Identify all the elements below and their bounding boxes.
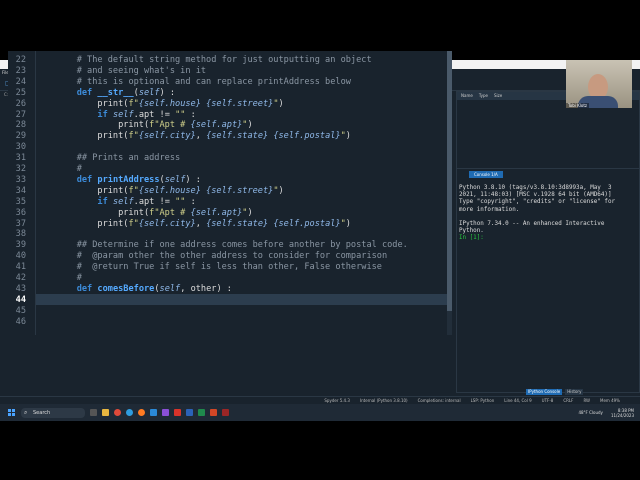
line-number: 38 — [15, 229, 26, 240]
tab-ipython-console[interactable]: IPython Console — [526, 389, 563, 395]
column-type[interactable]: Type — [479, 92, 488, 100]
status-item: UTF-8 — [541, 398, 554, 403]
line-number: 24 — [15, 76, 26, 87]
visual-studio-icon[interactable] — [162, 409, 169, 416]
word-icon[interactable] — [186, 409, 193, 416]
code-line: ## Prints an address — [76, 153, 181, 164]
code-line: # — [76, 164, 82, 174]
system-tray: 48°F Cloudy 8:38 PM 11/24/2023 — [578, 408, 640, 418]
line-number: 32 — [15, 164, 26, 174]
status-item: Completions: internal — [417, 398, 461, 403]
acrobat-icon[interactable] — [174, 409, 181, 416]
line-number: 42 — [15, 273, 26, 283]
webcam-overlay: Tobi Klotz — [566, 60, 632, 108]
windows-start-icon[interactable] — [8, 409, 15, 416]
gutter-divider — [35, 51, 36, 335]
console-bottom-tabs: IPython Console History — [526, 389, 584, 395]
column-size[interactable]: Size — [494, 92, 502, 100]
code-line: # this is optional and can replace print… — [76, 76, 351, 87]
excel-icon[interactable] — [198, 409, 205, 416]
status-item: Internal (Python 3.8.10) — [359, 398, 408, 403]
code-line: def printAddress(self) : — [76, 174, 201, 185]
code-line: if self.apt != "" : — [97, 196, 196, 207]
line-number: 35 — [15, 196, 26, 207]
code-line: # and seeing what's in it — [76, 65, 207, 76]
line-number: 44 — [15, 294, 26, 305]
clock[interactable]: 8:38 PM 11/24/2023 — [611, 408, 634, 418]
code-line: print(f"{self.house} {self.street}") — [56, 98, 284, 109]
code-line: print(f"Apt # {self.apt}") — [56, 207, 253, 218]
code-line: if self.apt != "" : — [97, 109, 196, 120]
line-number: 22 — [15, 55, 26, 65]
console-prompt: In [1]: — [459, 235, 484, 242]
tab-history[interactable]: History — [565, 389, 584, 395]
status-item: CRLF — [563, 398, 574, 403]
file-explorer-icon[interactable] — [102, 409, 109, 416]
line-number: 45 — [15, 305, 26, 316]
code-line: # @return True if self is less than othe… — [76, 262, 382, 273]
editor-scroll-thumb[interactable] — [447, 51, 452, 311]
status-item: LSP: Python — [470, 398, 495, 403]
line-number: 37 — [15, 218, 26, 229]
letterbox-bottom — [0, 421, 640, 480]
line-number: 33 — [15, 174, 26, 185]
line-number: 41 — [15, 262, 26, 273]
code-editor[interactable]: 22 # The default string method for just … — [8, 51, 452, 335]
presenter-name: Tobi Klotz — [566, 103, 589, 108]
spyder-taskbar-icon[interactable] — [222, 409, 229, 416]
ipython-console-pane[interactable]: Console 1/A Python 3.8.10 (tags/v3.8.10:… — [456, 168, 640, 393]
clock-date: 11/24/2023 — [610, 412, 634, 418]
editor-scrollbar[interactable] — [447, 51, 452, 335]
firefox-icon[interactable] — [138, 409, 145, 416]
chrome-icon[interactable] — [114, 409, 121, 416]
line-number: 26 — [15, 98, 26, 109]
status-item: RW — [583, 398, 591, 403]
code-line: print(f"{self.house} {self.street}") — [56, 185, 284, 196]
line-number: 23 — [15, 65, 26, 76]
line-number: 40 — [15, 251, 26, 262]
code-line: # @param other the other address to cons… — [76, 251, 388, 262]
console-output: Python 3.8.10 (tags/v3.8.10:3d8993a, May… — [459, 185, 615, 243]
taskbar-search[interactable]: Search — [21, 407, 85, 418]
code-line: def __str__(self) : — [76, 87, 176, 98]
line-number: 39 — [15, 240, 26, 251]
status-item: Spyder 5.4.3 — [324, 398, 350, 403]
code-line: ## Determine if one address comes before… — [76, 240, 408, 251]
line-number: 27 — [15, 109, 26, 120]
weather-widget[interactable]: 48°F Cloudy — [578, 410, 602, 415]
code-line: print(f"Apt # {self.apt}") — [56, 120, 253, 131]
code-line: print(f"{self.city}, {self.state} {self.… — [56, 218, 351, 229]
edge-icon[interactable] — [126, 409, 133, 416]
line-number: 36 — [15, 207, 26, 218]
line-number: 30 — [15, 142, 26, 153]
status-bar: Spyder 5.4.3 Internal (Python 3.8.10) Comp… — [0, 396, 640, 404]
console-banner: Python 3.8.10 (tags/v3.8.10:3d8993a, May… — [459, 185, 616, 235]
line-number: 29 — [15, 131, 26, 142]
line-number: 25 — [15, 87, 26, 98]
code-line: print(f"{self.city}, {self.state} {self.… — [56, 131, 351, 142]
windows-taskbar: Search 48°F Cloudy 8:38 PM 11/24/2023 — [0, 404, 640, 421]
powerpoint-icon[interactable] — [210, 409, 217, 416]
status-item: Line 44, Col 9 — [504, 398, 532, 403]
vscode-icon[interactable] — [150, 409, 157, 416]
line-number: 43 — [15, 283, 26, 294]
column-name[interactable]: Name — [461, 92, 473, 100]
line-number: 46 — [15, 316, 26, 327]
line-number: 34 — [15, 185, 26, 196]
line-number: 31 — [15, 153, 26, 164]
code-line: def comesBefore(self, other) : — [76, 283, 232, 294]
code-line: # — [76, 273, 82, 283]
code-line: # The default string method for just out… — [76, 55, 372, 65]
status-item: Mem 49% — [600, 398, 620, 403]
line-number: 28 — [15, 120, 26, 131]
current-line-highlight — [36, 294, 450, 306]
task-view-icon[interactable] — [90, 409, 97, 416]
console-tab[interactable]: Console 1/A — [469, 171, 503, 178]
